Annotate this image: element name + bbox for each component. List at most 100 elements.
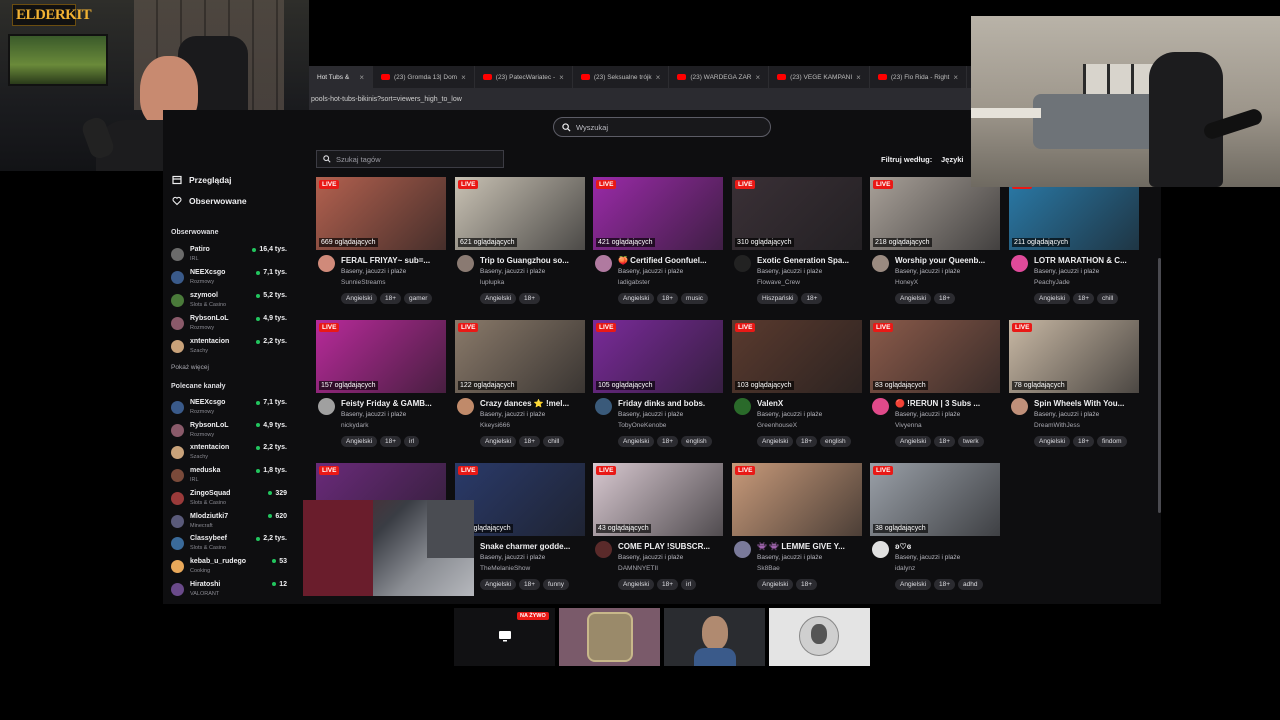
stream-thumbnail[interactable]: LIVE 122 oglądających [455, 320, 585, 393]
tag[interactable]: 18+ [801, 293, 823, 304]
sidebar-channel[interactable]: Hiratoshi VALORANT 12 [171, 580, 287, 600]
stream-title[interactable]: ValenX [757, 399, 862, 408]
stream-thumbnail[interactable]: LIVE 218 oglądających [870, 177, 1000, 250]
stream-card[interactable]: LIVE 218 oglądających Worship your Queenb.… [870, 177, 1000, 312]
channel-name[interactable]: DAMNNYETII [618, 565, 658, 572]
stream-title[interactable]: 🍑 Certified Goonfuel... [618, 256, 723, 265]
channel-name[interactable]: luplupka [480, 279, 504, 286]
tag[interactable]: 18+ [1073, 436, 1095, 447]
stream-title[interactable]: ʚ♡ɞ [895, 542, 1000, 551]
avatar[interactable] [318, 398, 335, 415]
stream-title[interactable]: Snake charmer godde... [480, 542, 585, 551]
avatar[interactable] [734, 541, 751, 558]
sidebar-channel[interactable]: Classybeef Slots & Casino 2,2 tys. [171, 534, 287, 554]
tag[interactable]: 18+ [519, 293, 541, 304]
avatar[interactable] [1011, 398, 1028, 415]
channel-name[interactable]: Kkeysi666 [480, 422, 510, 429]
avatar[interactable] [872, 541, 889, 558]
show-more-link[interactable]: Pokaż więcej [171, 364, 209, 371]
close-icon[interactable]: × [656, 73, 661, 82]
stream-thumbnail[interactable]: LIVE 421 oglądających [593, 177, 723, 250]
stream-category[interactable]: Baseny, jacuzzi i plaże [618, 268, 683, 275]
stream-title[interactable]: Exotic Generation Spa... [757, 256, 862, 265]
tag[interactable]: 18+ [519, 436, 541, 447]
tag[interactable]: Angielski [480, 579, 517, 590]
browser-tab[interactable]: Hot Tubs & × [309, 66, 373, 88]
tag[interactable]: 18+ [657, 436, 679, 447]
sidebar-channel[interactable]: meduska IRL 1,8 tys. [171, 466, 287, 486]
stream-thumbnail[interactable]: LIVE 83 oglądających [870, 320, 1000, 393]
stream-thumbnail[interactable]: LIVE 103 oglądających [732, 320, 862, 393]
stream-thumbnail[interactable]: LIVE211 oglądających [1009, 177, 1139, 250]
tag[interactable]: Angielski [341, 436, 378, 447]
stream-category[interactable]: Baseny, jacuzzi i plaże [1034, 411, 1099, 418]
stream-card[interactable]: LIVE 78 oglądających Spin Wheels With You.… [1009, 320, 1139, 455]
stream-card[interactable]: LIVE 49 oglądających Snake charmer godde..… [455, 463, 585, 598]
tag[interactable]: 18+ [657, 579, 679, 590]
tag[interactable]: Angielski [757, 579, 794, 590]
avatar[interactable] [595, 255, 612, 272]
search-input[interactable]: Wyszukaj [553, 117, 771, 137]
screen-share-tile[interactable]: NA ŻYWO [454, 608, 555, 666]
tag[interactable]: Angielski [1034, 436, 1071, 447]
tag[interactable]: 18+ [380, 293, 402, 304]
stream-thumbnail[interactable]: LIVE 621 oglądających [455, 177, 585, 250]
stream-category[interactable]: Baseny, jacuzzi i plaże [480, 554, 545, 561]
avatar[interactable] [318, 255, 335, 272]
nav-browse[interactable]: Przeglądaj [172, 175, 232, 185]
stream-thumbnail[interactable]: LIVE 157 oglądających [316, 320, 446, 393]
stream-title[interactable]: FERAL FRIYAY~ sub=... [341, 256, 446, 265]
avatar[interactable] [595, 398, 612, 415]
stream-card[interactable]: LIVE 105 oglądających Friday dinks and bob… [593, 320, 723, 455]
tag[interactable]: Angielski [895, 579, 932, 590]
channel-name[interactable]: HoneyX [895, 279, 918, 286]
tag[interactable]: Angielski [757, 436, 794, 447]
nav-following[interactable]: Obserwowane [172, 196, 247, 206]
channel-name[interactable]: idalynz [895, 565, 915, 572]
close-icon[interactable]: × [856, 73, 861, 82]
channel-name[interactable]: ladigabster [618, 279, 650, 286]
stream-title[interactable]: 🔴 !RERUN | 3 Subs ... [895, 399, 1000, 408]
stream-card[interactable]: LIVE 157 oglądających Feisty Friday & GAMB… [316, 320, 446, 455]
stream-category[interactable]: Baseny, jacuzzi i plaże [1034, 268, 1099, 275]
stream-title[interactable]: Spin Wheels With You... [1034, 399, 1139, 408]
tag[interactable]: chill [1097, 293, 1119, 304]
stream-card[interactable]: LIVE 669 oglądających FERAL FRIYAY~ sub=..… [316, 177, 446, 312]
tag[interactable]: music [681, 293, 709, 304]
browser-tab[interactable]: (23) Seksualne trójk × [573, 66, 670, 88]
channel-name[interactable]: Flowave_Crew [757, 279, 800, 286]
avatar[interactable] [1011, 255, 1028, 272]
stream-category[interactable]: Baseny, jacuzzi i plaże [757, 268, 822, 275]
tag[interactable]: 18+ [519, 579, 541, 590]
close-icon[interactable]: × [359, 73, 364, 82]
browser-tab[interactable]: (23) PatecWariatec - × [475, 66, 573, 88]
tag[interactable]: english [681, 436, 712, 447]
tag[interactable]: adhd [958, 579, 983, 590]
stream-card[interactable]: LIVE 👾 👾 LEMME GIVE Y... Baseny, jacuzzi i… [732, 463, 862, 598]
close-icon[interactable]: × [953, 73, 958, 82]
stream-card[interactable]: LIVE 38 oglądających ʚ♡ɞ Baseny, jacuzzi i … [870, 463, 1000, 598]
tag[interactable]: Angielski [480, 293, 517, 304]
stream-card[interactable]: LIVE 43 oglądających COME PLAY !SUBSCR... B… [593, 463, 723, 598]
tag[interactable]: Angielski [895, 436, 932, 447]
tag[interactable]: funny [543, 579, 569, 590]
stream-card[interactable]: LIVE211 oglądających LOTR MARATHON & C...… [1009, 177, 1139, 312]
avatar[interactable] [734, 398, 751, 415]
stream-thumbnail[interactable]: LIVE 49 oglądających [455, 463, 585, 536]
avatar[interactable] [457, 255, 474, 272]
stream-title[interactable]: Crazy dances ⭐ !mel... [480, 399, 585, 408]
sidebar-channel[interactable]: Patiro IRL 16,4 tys. [171, 245, 287, 265]
channel-name[interactable]: GreenhouseX [757, 422, 797, 429]
stream-title[interactable]: Worship your Queenb... [895, 256, 1000, 265]
browser-tab[interactable]: (23) Gromda 13| Dom × [373, 66, 475, 88]
tag[interactable]: Angielski [480, 436, 517, 447]
avatar[interactable] [457, 398, 474, 415]
stream-thumbnail[interactable]: LIVE [732, 463, 862, 536]
stream-title[interactable]: 👾 👾 LEMME GIVE Y... [757, 542, 862, 551]
sidebar-channel[interactable]: NEEXcsgo Rozmowy 7,1 tys. [171, 398, 287, 418]
stream-category[interactable]: Baseny, jacuzzi i plaże [341, 411, 406, 418]
stream-thumbnail[interactable]: LIVE 38 oglądających [870, 463, 1000, 536]
stream-thumbnail[interactable]: LIVE 105 oglądających [593, 320, 723, 393]
stream-category[interactable]: Baseny, jacuzzi i plaże [480, 268, 545, 275]
close-icon[interactable]: × [461, 73, 466, 82]
